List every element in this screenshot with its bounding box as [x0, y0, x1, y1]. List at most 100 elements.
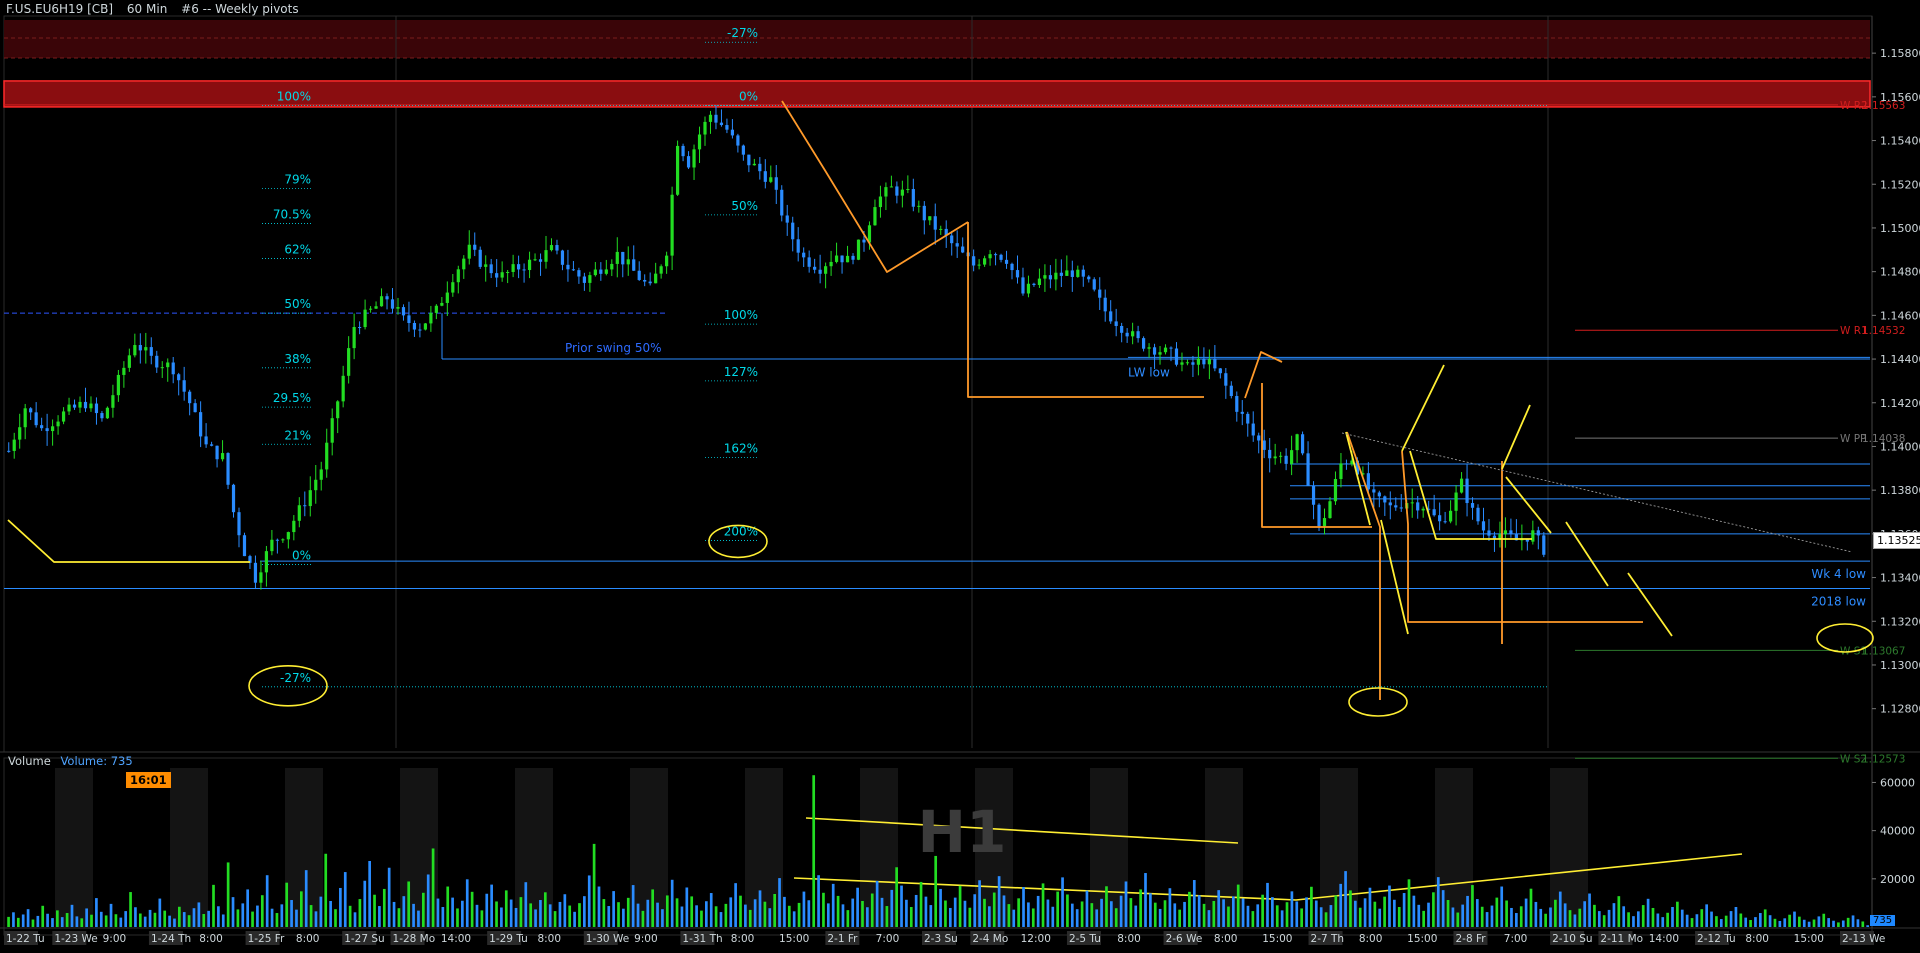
volume-bar	[948, 907, 952, 927]
volume-bar	[626, 897, 630, 927]
candle-body	[686, 156, 691, 168]
volume-bar	[1168, 888, 1172, 927]
volume-bar	[1778, 920, 1782, 927]
candle-body	[730, 129, 735, 136]
volume-bar	[1695, 914, 1699, 927]
candle-body	[303, 505, 307, 507]
time-tick-label: 1-25 Fr	[248, 933, 285, 945]
candle-body	[489, 264, 493, 274]
candle-body	[708, 114, 713, 122]
volume-bar	[295, 909, 298, 927]
candle-body	[363, 309, 367, 328]
price-tick-label: 1.15600	[1880, 91, 1920, 104]
price-tick-label: 1.14000	[1880, 440, 1920, 453]
candle-body	[1438, 515, 1442, 522]
volume-bar	[1002, 895, 1006, 927]
candle-body	[933, 216, 937, 230]
candle-body	[1542, 535, 1546, 555]
candle-body	[220, 453, 225, 460]
volume-bar	[773, 893, 776, 927]
volume-bar	[358, 899, 362, 927]
volume-bar	[792, 911, 796, 927]
candle-body	[1503, 530, 1508, 535]
volume-bar	[1412, 895, 1416, 927]
candle-body	[94, 403, 99, 414]
pivot-value-w-r1: 1.14532	[1862, 325, 1905, 337]
symbol-label[interactable]: F.US.EU6H19 [CB]	[6, 2, 113, 16]
volume-bar	[1856, 919, 1860, 927]
time-tick-label: 14:00	[1649, 933, 1679, 945]
volume-tick-label: 60000	[1880, 776, 1915, 789]
volume-bar	[70, 904, 74, 927]
time-tick-label: 12:00	[1021, 933, 1051, 945]
candle-body	[796, 239, 800, 253]
fib-left-label: 50%	[284, 297, 311, 311]
volume-bar	[641, 910, 645, 927]
volume-bar	[99, 911, 103, 927]
candle-body	[451, 282, 455, 293]
chart-canvas[interactable]: W R21.15563W R11.14532W PP1.14038W S11.1…	[0, 0, 1920, 949]
interval-label[interactable]: 60 Min	[127, 2, 167, 16]
price-tick-label: 1.14600	[1880, 309, 1920, 322]
candle-body	[275, 539, 279, 541]
candle-body	[834, 255, 839, 262]
volume-bar	[1353, 900, 1357, 927]
candle-body	[56, 421, 60, 427]
volume-bar	[988, 906, 991, 927]
volume-bar	[851, 898, 855, 927]
candle-body	[182, 380, 186, 392]
volume-bar	[407, 881, 411, 927]
candle-body	[1026, 283, 1031, 294]
volume-bar	[1027, 902, 1030, 927]
volume-bar	[329, 900, 332, 927]
volume-bar	[1056, 891, 1060, 927]
volume-bar	[1666, 912, 1669, 927]
volume-bar	[953, 897, 957, 927]
volume-bar	[1661, 917, 1665, 927]
candle-body	[736, 135, 740, 146]
candle-body	[599, 269, 603, 274]
candle-body	[637, 270, 641, 280]
candle-body	[116, 374, 120, 396]
candle-body	[582, 276, 586, 283]
candle-body	[522, 269, 526, 271]
volume-bar	[1651, 907, 1655, 927]
volume-bar	[1256, 904, 1260, 927]
candle-body	[264, 551, 269, 573]
volume-bar	[1436, 877, 1440, 927]
volume-bar	[807, 900, 811, 927]
chart-title-bar: F.US.EU6H19 [CB] 60 Min #6 -- Weekly piv…	[6, 2, 309, 16]
volume-bar	[617, 902, 620, 927]
study-label[interactable]: #6 -- Weekly pivots	[181, 2, 298, 16]
volume-bar	[85, 908, 88, 927]
volume-bar	[1529, 888, 1533, 927]
candle-body	[1372, 489, 1376, 493]
candle-body	[347, 348, 351, 376]
volume-bar	[1305, 897, 1308, 927]
volume-bar	[348, 905, 352, 927]
volume-bar	[612, 891, 615, 927]
volume-bar	[914, 894, 918, 927]
volume-bar	[870, 893, 874, 927]
volume-bar	[646, 899, 650, 927]
candle-body	[972, 256, 976, 266]
volume-bar	[1339, 883, 1343, 927]
candle-body	[939, 228, 943, 230]
time-tick-label: 1-22 Tu	[6, 933, 45, 945]
time-tick-label: 15:00	[1407, 933, 1437, 945]
volume-bar	[1588, 893, 1591, 927]
volume-bar	[1573, 914, 1577, 927]
volume-bar	[1275, 905, 1279, 927]
volume-bar	[695, 905, 698, 927]
volume-bar	[1007, 904, 1011, 927]
candle-body	[1059, 272, 1063, 276]
candle-body	[697, 134, 702, 150]
candle-body	[741, 145, 745, 155]
candle-body	[862, 239, 866, 243]
candle-body	[511, 264, 515, 272]
volume-bar	[817, 875, 820, 927]
candle-body	[747, 154, 751, 166]
volume-bar	[168, 915, 171, 927]
candle-body	[1383, 496, 1387, 503]
volume-bar	[1153, 902, 1157, 927]
